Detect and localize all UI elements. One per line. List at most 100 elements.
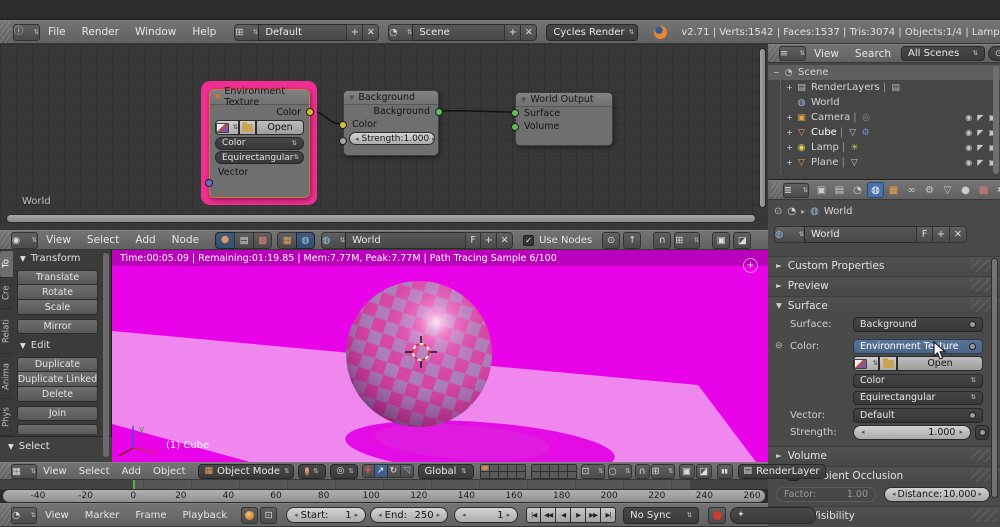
world-shader-toggle[interactable]: ◍ [296, 232, 315, 249]
scale-manipulator-button[interactable]: ◹ [401, 464, 414, 478]
slider-right-arrow-icon[interactable]: ▸ [437, 511, 441, 519]
expander-icon[interactable]: + [784, 158, 795, 167]
use-preview-range-button[interactable] [241, 507, 258, 524]
next-keyframe-button[interactable]: ▶▶ [586, 507, 601, 523]
proportional-edit-select[interactable]: ○⇅ [608, 464, 632, 479]
menu-frame[interactable]: Frame [127, 510, 174, 521]
panel-volume[interactable]: ►Volume [768, 446, 1000, 464]
fake-user-button[interactable]: F [916, 226, 932, 243]
menu-add[interactable]: Add [116, 466, 147, 477]
close-scene-button[interactable]: ✕ [520, 24, 537, 41]
panel-select[interactable]: ▼Select [8, 441, 50, 452]
pin-icon[interactable]: ⊙ [774, 206, 782, 217]
lock-time-button[interactable]: ⊡ [260, 507, 277, 524]
scene-icon-button[interactable]: ◔⇅ [388, 24, 412, 41]
display-filter-select[interactable]: All Scenes⇅ [901, 46, 985, 61]
panel-closed-icon[interactable]: ► [776, 261, 782, 270]
outliner-row-lamp[interactable]: +◉Lamp|✳◉◤▣ [768, 140, 1000, 155]
properties-tab-texture[interactable]: ▩ [975, 182, 992, 198]
compositing-nodes-button[interactable]: ▤ [234, 232, 253, 249]
slider-right-arrow-icon[interactable]: ▸ [959, 428, 963, 436]
menu-view[interactable]: View [37, 466, 73, 477]
outliner-row-renderlayers[interactable]: +▤RenderLayers|▤ [768, 80, 1000, 95]
end-frame-field[interactable]: ◂End:250▸ [370, 507, 448, 523]
open-image-button[interactable]: Open [256, 120, 304, 135]
timeline-ruler[interactable]: -40-200204060801001201401601802002202402… [2, 489, 766, 503]
jump-to-start-button[interactable]: |◀ [526, 507, 541, 523]
restrict-select-pointer-icon[interactable]: ◤ [977, 158, 983, 167]
restrict-select-pointer-icon[interactable]: ◤ [977, 143, 983, 152]
current-frame-field[interactable]: ◂1▸ [454, 507, 518, 523]
color-space-select[interactable]: Color⇅ [853, 374, 983, 388]
expander-icon[interactable]: + [784, 128, 795, 137]
slider-right-arrow-icon[interactable]: ▸ [978, 490, 982, 498]
screen-layout-name-field[interactable]: Default [258, 24, 346, 41]
slider-left-arrow-icon[interactable]: ◂ [355, 135, 359, 143]
world-id-icon-button[interactable]: ◍⇅ [321, 232, 345, 249]
open-image-folder-button[interactable] [879, 356, 897, 371]
slider-right-arrow-icon[interactable]: ▸ [355, 511, 359, 519]
layer-cell[interactable] [568, 465, 576, 471]
shader-nodes-button[interactable]: ● [215, 232, 234, 249]
scale-button[interactable]: Scale [17, 300, 98, 315]
outliner-row-cube[interactable]: +▽Cube|▽⚙◉◤▣ [768, 125, 1000, 140]
strength-input-socket[interactable] [339, 137, 347, 145]
layer-cell[interactable] [550, 465, 558, 471]
duplicate-button[interactable]: Duplicate [17, 357, 98, 372]
node-background-header[interactable]: ▼Background [344, 91, 438, 105]
unlink-icon[interactable]: ⊖ [775, 341, 783, 351]
outliner-item-label[interactable]: Scene [795, 67, 829, 78]
layer-cell[interactable] [559, 465, 567, 471]
slider-left-arrow-icon[interactable]: ◂ [462, 511, 466, 519]
outliner-search-box[interactable]: ⊙ [988, 46, 1000, 61]
volume-input-socket[interactable] [511, 123, 519, 131]
current-frame-marker[interactable] [133, 480, 135, 489]
rotate-button[interactable]: Rotate [17, 285, 98, 300]
strength-node-link-button[interactable] [975, 425, 989, 440]
unlink-world-button[interactable]: ✕ [496, 232, 513, 249]
snapshot-animation-button[interactable]: ◪ [733, 232, 751, 249]
panel-open-icon[interactable]: ▼ [20, 254, 26, 263]
panel-open-icon[interactable]: ▼ [776, 301, 782, 310]
expander-icon[interactable]: + [784, 143, 795, 152]
opengl-render-animation-button[interactable]: ◪ [696, 464, 712, 479]
menu-select[interactable]: Select [73, 466, 116, 477]
rotate-manipulator-button[interactable]: ↻ [388, 464, 401, 478]
mode-select[interactable]: ▦Object Mode⇅ [198, 464, 294, 479]
keying-set-field[interactable]: ✦ [730, 507, 816, 524]
restrict-select-pointer-icon[interactable]: ◤ [977, 113, 983, 122]
panel-preview[interactable]: ►Preview [768, 276, 1000, 294]
clipped-button[interactable] [17, 424, 98, 434]
image-browse-button[interactable]: ⇅ [853, 356, 879, 371]
properties-tab-modifiers[interactable]: ⚙ [921, 182, 938, 198]
world-id-name-field[interactable]: World [345, 232, 465, 249]
editor-type-button-info[interactable]: ⓘ⇅ [13, 24, 40, 41]
surface-input-socket[interactable] [511, 109, 519, 117]
properties-tab-scene[interactable]: ◔ [849, 182, 866, 198]
slider-left-arrow-icon[interactable]: ◂ [294, 511, 298, 519]
layer-cell[interactable] [508, 465, 516, 471]
restrict-view-eye-icon[interactable]: ◉ [965, 158, 972, 167]
previous-keyframe-button[interactable]: ◀◀ [541, 507, 556, 523]
texture-nodes-button[interactable]: ▩ [253, 232, 272, 249]
tool-shelf-tab-cre[interactable]: Cre [0, 278, 13, 308]
properties-scrollbar[interactable] [991, 258, 998, 498]
snap-toggle-button[interactable]: ∩ [635, 464, 650, 479]
restrict-select-pointer-icon[interactable]: ◤ [977, 128, 983, 137]
menu-view[interactable]: View [806, 48, 847, 60]
outliner-row-scene[interactable]: −◔Scene [768, 65, 1000, 80]
outliner-row-camera[interactable]: +▣Camera|◎◉◤▣ [768, 110, 1000, 125]
opengl-render-button[interactable]: ▣ [679, 464, 695, 479]
header-grip[interactable] [0, 21, 11, 43]
transform-orientation-select[interactable]: Global⇅ [418, 464, 474, 479]
region-expand-button[interactable]: + [743, 258, 758, 273]
tool-shelf-scrollbar[interactable] [103, 253, 109, 457]
vector-select[interactable]: Default [853, 408, 983, 423]
node-environment-texture[interactable]: ▼Environment Texture Color ⇅ Open Color⇅… [209, 89, 310, 198]
image-browse-button[interactable]: ⇅ [215, 120, 239, 135]
expander-icon[interactable]: − [771, 68, 782, 77]
auto-keyframe-button[interactable] [708, 507, 726, 524]
world-id-icon-button[interactable]: ◍⇅ [774, 226, 804, 243]
layer-cell[interactable] [490, 472, 498, 478]
expander-icon[interactable]: + [784, 113, 795, 122]
